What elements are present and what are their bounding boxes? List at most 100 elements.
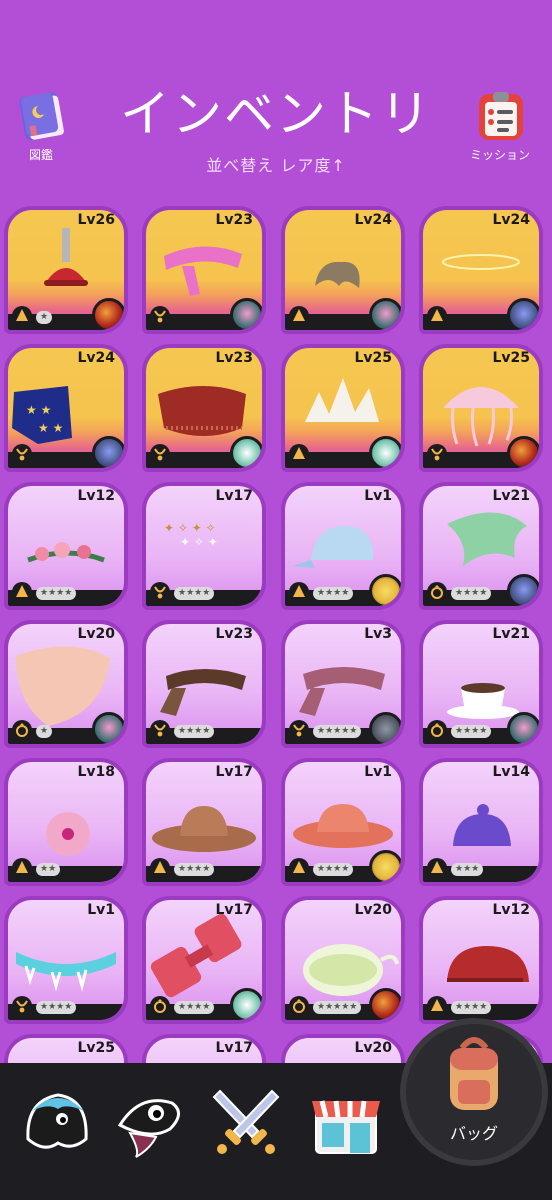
item-level: Lv23 <box>215 212 253 228</box>
inventory-item-card[interactable]: Lv23 <box>142 206 266 334</box>
inventory-item-card[interactable]: Lv20 <box>281 1034 405 1064</box>
inventory-item-card[interactable]: Lv20 ★ <box>4 620 128 748</box>
shop-icon <box>312 1100 380 1154</box>
inventory-item-card[interactable]: ★ ★ ★ ★ Lv24 <box>4 344 128 472</box>
equip-hat-icon <box>289 582 309 602</box>
inventory-grid: Lv26 ★ Lv23 Lv24 Lv24 ★ ★ ★ ★ Lv24 Lv23 Lv25 Lv25 L… <box>0 206 552 1064</box>
inventory-item-card[interactable]: Lv18 ★★ <box>4 758 128 886</box>
equip-hat-icon <box>150 858 170 878</box>
inventory-item-card[interactable]: Lv25 <box>4 1034 128 1064</box>
equipped-character-avatar <box>369 574 401 606</box>
inventory-item-card[interactable]: Lv14 ★★★ <box>419 758 543 886</box>
equip-hat-icon <box>427 996 447 1016</box>
inventory-item-card[interactable]: Lv1 ★★★★ <box>281 758 405 886</box>
item-level: Lv24 <box>77 350 115 366</box>
inventory-item-card[interactable]: Lv17 ★★★★ <box>142 896 266 1024</box>
equip-hat-icon <box>289 858 309 878</box>
item-level: Lv26 <box>77 212 115 228</box>
inventory-item-card[interactable]: Lv24 <box>281 206 405 334</box>
rarity-stars: ★★★★ <box>174 1001 215 1014</box>
equip-ring-icon <box>427 582 447 602</box>
equipped-character-avatar <box>369 298 401 330</box>
item-level: Lv20 <box>354 902 392 918</box>
item-level: Lv18 <box>77 764 115 780</box>
equip-neck-icon <box>12 444 32 464</box>
svg-text:★ ★: ★ ★ <box>26 403 51 417</box>
inventory-item-card[interactable]: Lv17 <box>142 1034 266 1064</box>
equip-hat-icon <box>12 858 32 878</box>
inventory-item-card[interactable]: Lv12 ★★★★ <box>4 482 128 610</box>
item-level: Lv21 <box>492 626 530 642</box>
equipped-character-avatar <box>230 988 262 1020</box>
item-level: Lv24 <box>354 212 392 228</box>
inventory-item-card[interactable]: Lv12 ★★★★ <box>419 896 543 1024</box>
equipped-character-avatar <box>507 436 539 468</box>
equip-hat-icon <box>289 306 309 326</box>
item-level: Lv1 <box>364 488 392 504</box>
inventory-item-card[interactable]: Lv3 ★★★★★ <box>281 620 405 748</box>
item-level: Lv17 <box>215 764 253 780</box>
inventory-item-card[interactable]: Lv17 ★★★★ <box>142 758 266 886</box>
inventory-item-card[interactable]: Lv1 ★★★★ <box>281 482 405 610</box>
equipped-character-avatar <box>507 712 539 744</box>
item-level: Lv20 <box>354 1040 392 1056</box>
inventory-item-card[interactable]: Lv20 ★★★★★ <box>281 896 405 1024</box>
inventory-item-card[interactable]: Lv24 <box>419 206 543 334</box>
inventory-item-card[interactable]: Lv26 ★ <box>4 206 128 334</box>
rarity-stars: ★★★★ <box>36 1001 77 1014</box>
inventory-item-card[interactable]: ✦ ✧ ✦ ✧ ✦ ✧ ✦ Lv17 ★★★★ <box>142 482 266 610</box>
inventory-item-card[interactable]: Lv23 ★★★★ <box>142 620 266 748</box>
equipped-character-avatar <box>507 574 539 606</box>
rarity-stars: ★★★★ <box>174 863 215 876</box>
backpack-icon <box>450 1037 498 1110</box>
rarity-stars: ★★★★★ <box>313 725 362 738</box>
inventory-item-card[interactable]: Lv1 ★★★★ <box>4 896 128 1024</box>
item-level: Lv14 <box>492 764 530 780</box>
crossed-swords-icon <box>212 1089 280 1154</box>
equip-neck-icon <box>150 444 170 464</box>
rarity-stars: ★★★★ <box>36 587 77 600</box>
rarity-stars: ★★★★ <box>313 863 354 876</box>
equip-ring-icon <box>12 720 32 740</box>
item-level: Lv23 <box>215 350 253 366</box>
nav-battle-button[interactable] <box>206 1081 286 1161</box>
inventory-item-card[interactable]: Lv25 <box>419 344 543 472</box>
bag-button[interactable]: バッグ <box>400 1018 548 1166</box>
equip-hat-icon <box>12 306 32 326</box>
nav-pet-button[interactable] <box>110 1081 190 1161</box>
equip-hat-icon <box>427 858 447 878</box>
rarity-stars: ★★ <box>36 863 61 876</box>
inventory-item-card[interactable]: Lv21 ★★★★ <box>419 482 543 610</box>
svg-text:★ ★: ★ ★ <box>38 421 63 435</box>
equipped-character-avatar <box>369 712 401 744</box>
equip-ring-icon <box>150 996 170 1016</box>
mission-label: ミッション <box>469 148 530 162</box>
equipped-character-avatar <box>507 298 539 330</box>
item-level: Lv21 <box>492 488 530 504</box>
equip-neck-icon <box>150 720 170 740</box>
svg-text:✦ ✧ ✦ ✧: ✦ ✧ ✦ ✧ <box>164 521 216 535</box>
equipped-character-avatar <box>92 712 124 744</box>
equipped-character-avatar <box>92 298 124 330</box>
equip-neck-icon <box>12 996 32 1016</box>
equip-hat-icon <box>427 306 447 326</box>
item-level: Lv17 <box>215 488 253 504</box>
rarity-stars: ★★★★★ <box>313 1001 362 1014</box>
equip-ring-icon <box>289 996 309 1016</box>
nav-shop-button[interactable] <box>306 1081 386 1161</box>
inventory-item-card[interactable]: Lv23 <box>142 344 266 472</box>
rarity-stars: ★ <box>36 725 53 738</box>
nav-character-button[interactable] <box>18 1081 98 1161</box>
item-level: Lv12 <box>77 488 115 504</box>
svg-text:✦ ✧ ✦: ✦ ✧ ✦ <box>180 535 218 549</box>
item-level: Lv20 <box>77 626 115 642</box>
inventory-item-card[interactable]: Lv25 <box>281 344 405 472</box>
inventory-item-card[interactable]: Lv21 ★★★★ <box>419 620 543 748</box>
rarity-stars: ★★★★ <box>451 725 492 738</box>
clipboard-icon <box>479 92 523 140</box>
mission-button[interactable]: ミッション <box>455 88 545 178</box>
rarity-stars: ★ <box>36 311 53 324</box>
header: 図鑑 インベントリ 並べ替え レア度↑ ミッション <box>0 0 552 190</box>
rarity-stars: ★★★★ <box>451 587 492 600</box>
item-level: Lv25 <box>492 350 530 366</box>
